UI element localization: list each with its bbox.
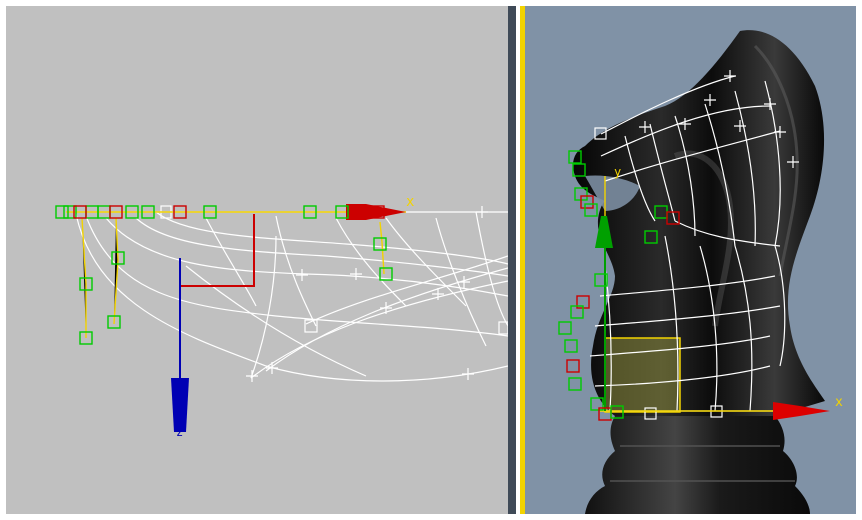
- gizmo-z-label: z: [176, 425, 183, 439]
- right-viewport[interactable]: y x: [525, 6, 856, 514]
- left-viewport[interactable]: x z: [6, 6, 508, 514]
- viewport-divider[interactable]: [508, 6, 516, 514]
- gizmo-x-label-right: x: [835, 395, 843, 410]
- knight-base: [585, 416, 810, 514]
- control-point: [373, 237, 387, 251]
- right-viewport-canvas: y x: [558, 30, 843, 514]
- gizmo-x-label: x: [406, 194, 414, 210]
- knight-model[interactable]: [573, 30, 825, 514]
- handle-lines: [66, 211, 406, 338]
- left-viewport-canvas: x z: [55, 194, 508, 439]
- gizmo-y-label: y: [614, 165, 621, 179]
- lattice-wireframe: [66, 211, 508, 382]
- gizmo-z-arrow[interactable]: [171, 378, 189, 432]
- app-frame: x z y x: [0, 0, 862, 520]
